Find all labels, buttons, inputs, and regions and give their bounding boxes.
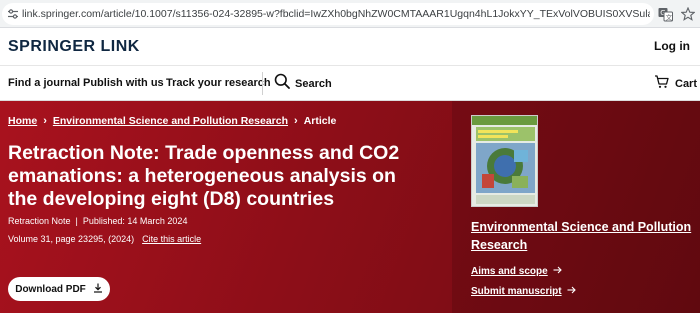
journal-cover-image[interactable]	[471, 115, 538, 207]
tune-icon[interactable]	[4, 3, 22, 25]
arrow-right-icon	[553, 266, 562, 277]
nav-publish[interactable]: Publish with us	[83, 77, 164, 89]
breadcrumb-current: Article	[303, 115, 337, 127]
journal-title-link[interactable]: Environmental Science and Pollution Rese…	[471, 218, 696, 254]
article-meta: Retraction Note | Published: 14 March 20…	[8, 216, 187, 226]
article-hero: Home › Environmental Science and Polluti…	[0, 101, 700, 313]
arrow-right-icon	[567, 286, 576, 297]
download-label: Download PDF	[15, 283, 86, 295]
article-title: Retraction Note: Trade openness and CO2 …	[8, 142, 400, 210]
nav-cart[interactable]: Cart	[654, 74, 697, 94]
site-header: SPRINGER LINK Log in	[0, 28, 700, 66]
nav-find-journal[interactable]: Find a journal	[8, 77, 80, 89]
cite-article-link[interactable]: Cite this article	[142, 234, 201, 244]
published-date: Published: 14 March 2024	[82, 216, 188, 226]
article-type: Retraction Note	[8, 216, 71, 226]
breadcrumb-home[interactable]: Home	[8, 115, 37, 127]
aims-scope-link[interactable]: Aims and scope	[471, 266, 562, 277]
cart-icon	[654, 74, 669, 94]
breadcrumb: Home › Environmental Science and Polluti…	[8, 115, 336, 127]
meta-separator: |	[75, 216, 78, 226]
login-link[interactable]: Log in	[654, 39, 690, 53]
springer-link-logo[interactable]: SPRINGER LINK	[8, 38, 140, 56]
browser-address-bar: link.springer.com/article/10.1007/s11356…	[0, 0, 700, 28]
search-icon	[274, 73, 290, 94]
article-volume-row: Volume 31, page 23295, (2024) Cite this …	[8, 234, 201, 244]
aims-scope-label: Aims and scope	[471, 266, 548, 277]
nav-divider	[262, 72, 263, 95]
download-icon	[93, 283, 103, 296]
breadcrumb-journal[interactable]: Environmental Science and Pollution Rese…	[53, 115, 288, 127]
download-pdf-button[interactable]: Download PDF	[8, 277, 110, 301]
translate-icon[interactable]: G 文	[656, 5, 674, 23]
volume-info: Volume 31, page 23295, (2024)	[8, 234, 135, 244]
nav-track-research[interactable]: Track your research	[166, 77, 271, 89]
chevron-right-icon: ›	[294, 115, 298, 127]
search-label: Search	[295, 77, 332, 90]
svg-text:文: 文	[665, 12, 672, 21]
main-nav: Find a journal Publish with us Track you…	[0, 66, 700, 101]
nav-search[interactable]: Search	[274, 73, 332, 94]
submit-manuscript-link[interactable]: Submit manuscript	[471, 286, 576, 297]
submit-manuscript-label: Submit manuscript	[471, 286, 562, 297]
url-field[interactable]: link.springer.com/article/10.1007/s11356…	[2, 3, 654, 25]
cart-label: Cart	[675, 78, 698, 90]
star-icon[interactable]	[679, 5, 697, 23]
chevron-right-icon: ›	[43, 115, 47, 127]
url-text: link.springer.com/article/10.1007/s11356…	[22, 8, 650, 20]
